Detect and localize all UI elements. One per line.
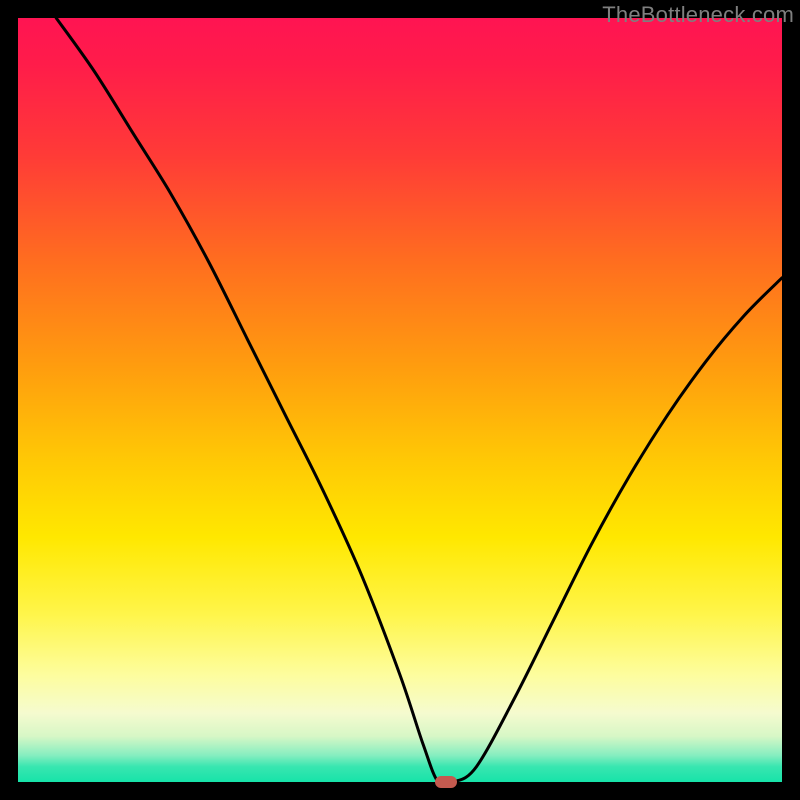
minimum-marker <box>435 776 457 788</box>
chart-plot-area <box>18 18 782 782</box>
watermark-label: TheBottleneck.com <box>602 2 794 28</box>
bottleneck-curve <box>18 18 782 782</box>
